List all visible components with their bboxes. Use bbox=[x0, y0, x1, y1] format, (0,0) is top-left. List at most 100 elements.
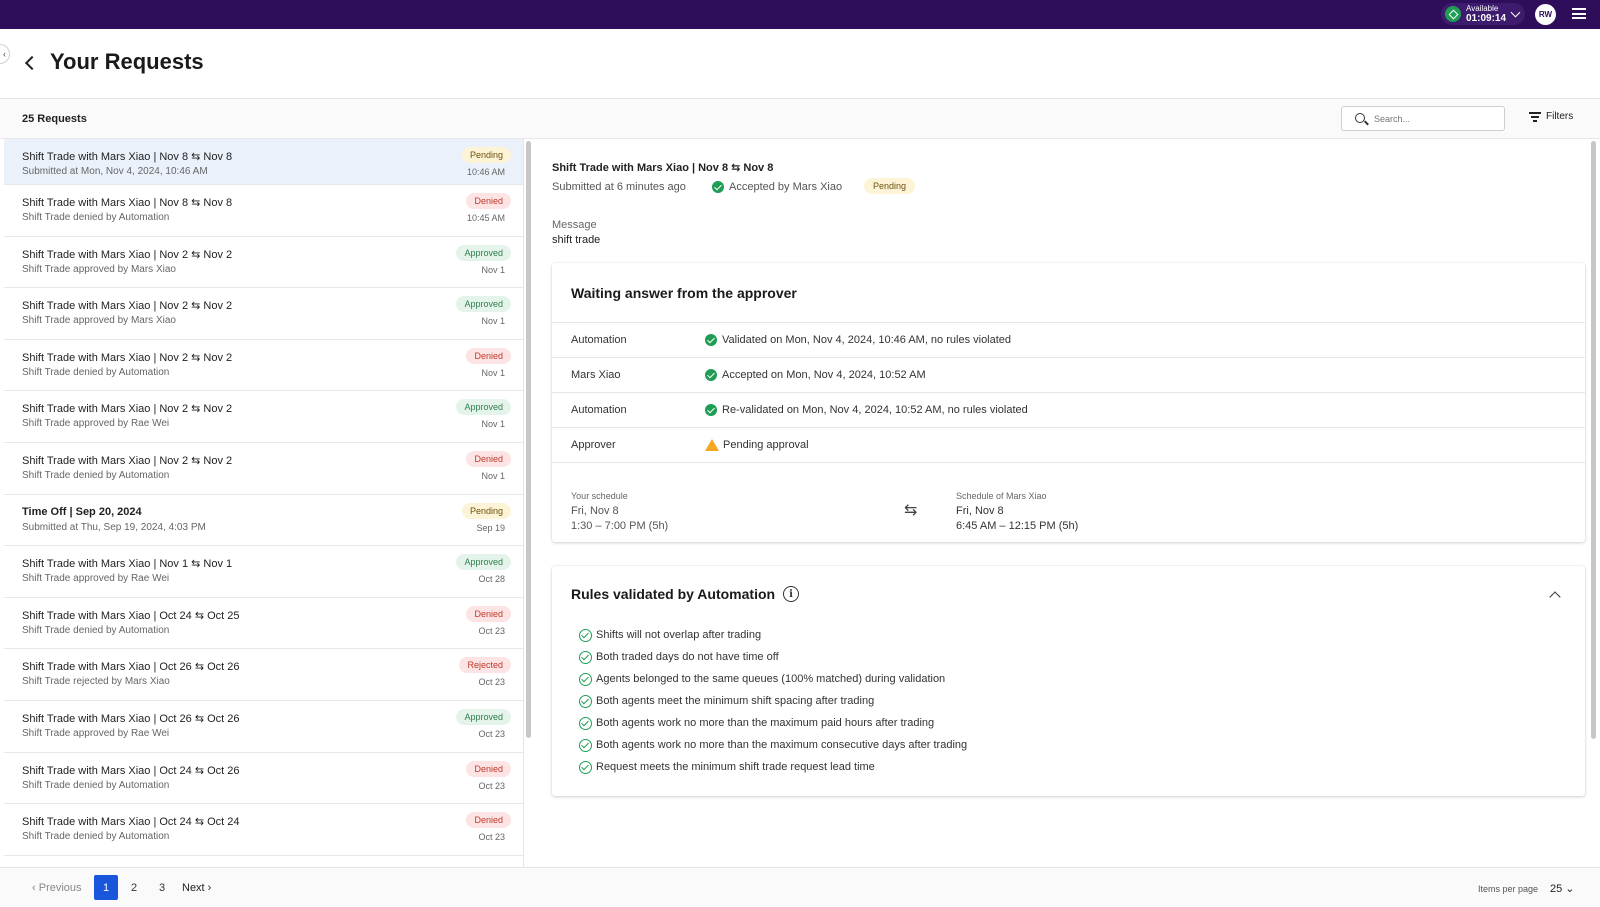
check-circle-icon bbox=[579, 716, 592, 730]
approval-row-text: Pending approval bbox=[723, 439, 809, 451]
menu-icon[interactable] bbox=[1572, 8, 1586, 21]
list-item[interactable]: Shift Trade with Mars Xiao | Oct 24 ⇆ Oc… bbox=[4, 752, 523, 805]
list-item-date: Sep 19 bbox=[476, 522, 505, 533]
status-badge: Approved bbox=[456, 708, 511, 725]
list-item[interactable]: Shift Trade with Mars Xiao | Oct 24 ⇆ Oc… bbox=[4, 804, 523, 856]
rule-item: Both agents meet the minimum shift spaci… bbox=[579, 690, 967, 712]
pagination: ‹ Previous 1 2 3 Next › Items per page 2… bbox=[0, 867, 1600, 907]
other-schedule-day: Fri, Nov 8 bbox=[956, 505, 1004, 517]
list-item[interactable]: Shift Trade with Mars Xiao | Nov 2 ⇆ Nov… bbox=[4, 442, 523, 495]
check-circle-icon bbox=[579, 694, 592, 708]
approval-row-text: Re-validated on Mon, Nov 4, 2024, 10:52 … bbox=[722, 404, 1028, 416]
check-circle-icon bbox=[579, 628, 592, 642]
filters-button[interactable]: Filters bbox=[1529, 111, 1573, 122]
rules-list: Shifts will not overlap after trading Bot… bbox=[579, 624, 967, 778]
previous-page-button[interactable]: ‹ Previous bbox=[32, 882, 82, 894]
list-item[interactable]: Shift Trade with Mars Xiao | Nov 2 ⇆ Nov… bbox=[4, 288, 523, 340]
rule-text: Both agents meet the minimum shift spaci… bbox=[596, 695, 875, 707]
list-item-date: Oct 23 bbox=[478, 728, 505, 739]
list-item-subtitle: Submitted at Thu, Sep 19, 2024, 4:03 PM bbox=[22, 521, 206, 533]
list-item-title: Shift Trade with Mars Xiao | Nov 2 ⇆ Nov… bbox=[22, 403, 233, 416]
list-item-subtitle: Shift Trade approved by Mars Xiao bbox=[22, 263, 176, 275]
status-badge: Approved bbox=[456, 399, 511, 416]
search-box[interactable] bbox=[1341, 106, 1505, 131]
next-page-button[interactable]: Next › bbox=[182, 882, 211, 894]
list-item-subtitle: Shift Trade denied by Automation bbox=[22, 469, 170, 481]
rules-card-title: Rules validated by Automation bbox=[571, 586, 776, 602]
list-item[interactable]: Shift Trade with Mars Xiao | Oct 24 ⇆ Oc… bbox=[4, 597, 523, 650]
approval-row-text: Accepted on Mon, Nov 4, 2024, 10:52 AM bbox=[722, 369, 926, 381]
status-badge: Approved bbox=[456, 296, 511, 313]
rule-text: Request meets the minimum shift trade re… bbox=[596, 761, 875, 773]
page-title: Your Requests bbox=[50, 49, 204, 74]
back-icon[interactable] bbox=[24, 55, 40, 71]
info-icon[interactable]: i bbox=[783, 586, 800, 602]
page-1-button[interactable]: 1 bbox=[94, 875, 118, 900]
list-item[interactable]: Shift Trade with Mars Xiao | Oct 26 ⇆ Oc… bbox=[4, 649, 523, 701]
list-item[interactable]: Shift Trade with Mars Xiao | Nov 2 ⇆ Nov… bbox=[4, 339, 523, 392]
rule-item: Both traded days do not have time off bbox=[579, 646, 967, 668]
status-badge: Denied bbox=[466, 760, 511, 777]
list-item-date: Oct 23 bbox=[478, 677, 505, 688]
chevron-up-icon[interactable] bbox=[1549, 591, 1561, 603]
search-input[interactable] bbox=[1374, 111, 1494, 127]
rules-card: Rules validated by Automation i Shifts w… bbox=[552, 566, 1585, 796]
list-item-date: Oct 23 bbox=[478, 780, 505, 791]
list-item-title: Shift Trade with Mars Xiao | Nov 2 ⇆ Nov… bbox=[22, 454, 233, 467]
status-badge: Rejected bbox=[459, 657, 511, 674]
page-3-button[interactable]: 3 bbox=[150, 875, 174, 900]
status-badge: Approved bbox=[456, 554, 511, 571]
check-circle-icon bbox=[705, 334, 717, 346]
status-badge: Denied bbox=[466, 450, 511, 467]
rule-text: Both agents work no more than the maximu… bbox=[596, 739, 968, 751]
approval-card-title: Waiting answer from the approver bbox=[571, 285, 797, 301]
page-2-button[interactable]: 2 bbox=[122, 875, 146, 900]
list-item[interactable]: Shift Trade with Mars Xiao | Oct 26 ⇆ Oc… bbox=[4, 700, 523, 753]
list-item-subtitle: Shift Trade approved by Rae Wei bbox=[22, 418, 170, 430]
rule-text: Shifts will not overlap after trading bbox=[596, 629, 762, 641]
list-item-title: Time Off | Sep 20, 2024 bbox=[22, 505, 142, 518]
filter-icon bbox=[1529, 112, 1541, 122]
available-status-icon bbox=[1445, 6, 1461, 22]
other-schedule: Schedule of Mars Xiao Fri, Nov 8 6:45 AM… bbox=[956, 491, 1078, 532]
your-schedule-day: Fri, Nov 8 bbox=[571, 505, 619, 517]
list-item[interactable]: Time Off | Sep 20, 2024 Submitted at Thu,… bbox=[4, 494, 523, 547]
list-item-title: Shift Trade with Mars Xiao | Oct 24 ⇆ Oc… bbox=[22, 609, 240, 622]
message-label: Message bbox=[552, 219, 597, 231]
status-label: Available bbox=[1466, 3, 1499, 13]
list-item-date: Nov 1 bbox=[481, 264, 505, 275]
request-count: 25 Requests bbox=[22, 113, 87, 125]
list-item-subtitle: Shift Trade approved by Rae Wei bbox=[22, 573, 170, 585]
list-item-title: Shift Trade with Mars Xiao | Oct 24 ⇆ Oc… bbox=[22, 764, 240, 777]
list-item-date: Oct 23 bbox=[478, 832, 505, 843]
check-circle-icon bbox=[579, 760, 592, 774]
detail-title: Shift Trade with Mars Xiao | Nov 8 ⇆ Nov… bbox=[552, 162, 774, 174]
detail-scrollbar[interactable] bbox=[1591, 141, 1596, 739]
status-badge: Denied bbox=[466, 193, 511, 209]
avatar[interactable]: RW bbox=[1535, 4, 1556, 25]
items-per-page-select[interactable]: 25 ⌄ bbox=[1550, 882, 1575, 895]
list-item-subtitle: Shift Trade denied by Automation bbox=[22, 212, 170, 223]
availability-status-button[interactable]: Available 01:09:14 bbox=[1441, 3, 1525, 25]
list-item[interactable]: Shift Trade with Mars Xiao | Nov 2 ⇆ Nov… bbox=[4, 391, 523, 443]
approval-card: Waiting answer from the approver Automat… bbox=[552, 263, 1585, 542]
list-item-title: Shift Trade with Mars Xiao | Nov 2 ⇆ Nov… bbox=[22, 248, 233, 261]
list-item-date: Nov 1 bbox=[481, 419, 505, 430]
check-circle-icon bbox=[705, 369, 717, 381]
list-item-subtitle: Shift Trade denied by Automation bbox=[22, 366, 170, 378]
list-item[interactable]: Shift Trade with Mars Xiao | Nov 8 ⇆ Nov… bbox=[4, 139, 523, 185]
list-item[interactable]: Shift Trade with Mars Xiao | Nov 1 ⇆ Nov… bbox=[4, 546, 523, 598]
list-item-subtitle: Shift Trade denied by Automation bbox=[22, 831, 170, 843]
status-badge: Denied bbox=[466, 812, 511, 829]
list-item[interactable]: Shift Trade with Mars Xiao | Nov 8 ⇆ Nov… bbox=[4, 185, 523, 237]
check-circle-icon bbox=[705, 404, 717, 416]
check-circle-icon bbox=[712, 181, 724, 193]
rule-item: Both agents work no more than the maximu… bbox=[579, 712, 967, 734]
list-item-date: Nov 1 bbox=[481, 316, 505, 327]
list-scrollbar[interactable] bbox=[526, 141, 531, 738]
list-item[interactable]: Shift Trade with Mars Xiao | Nov 2 ⇆ Nov… bbox=[4, 236, 523, 289]
rule-item: Shifts will not overlap after trading bbox=[579, 624, 967, 646]
detail-accepted: Accepted by Mars Xiao bbox=[712, 181, 842, 193]
divider bbox=[552, 462, 1585, 463]
status-badge: Pending bbox=[461, 502, 511, 519]
